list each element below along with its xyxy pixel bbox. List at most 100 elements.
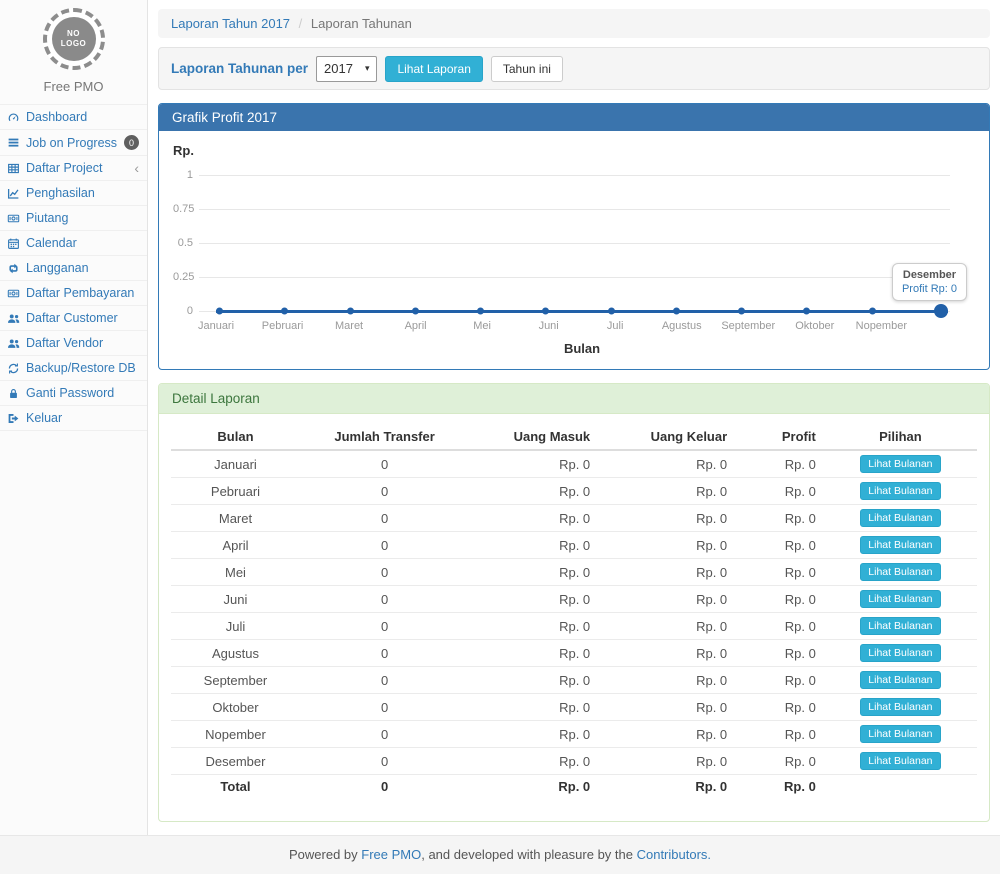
sidebar-item-daftar-vendor[interactable]: Daftar Vendor: [0, 331, 147, 356]
col-header-profit: Profit: [735, 424, 824, 450]
footer: Powered by Free PMO, and developed with …: [0, 835, 1000, 874]
cell-jumlah-transfer: 0: [300, 640, 469, 667]
cell-jumlah-transfer: 0: [300, 748, 469, 775]
calendar-icon: [7, 237, 21, 250]
x-tick-label: Mei: [473, 320, 491, 332]
cell-uang-masuk: Rp. 0: [469, 586, 598, 613]
sidebar-item-label: Ganti Password: [26, 386, 114, 400]
gridline-row: 0.75: [173, 203, 950, 215]
cell-uang-keluar: Rp. 0: [598, 505, 735, 532]
gridline-row: 0.5: [173, 237, 950, 249]
data-point-mei[interactable]: [477, 308, 484, 315]
cell-uang-masuk: Rp. 0: [469, 559, 598, 586]
sidebar-item-dashboard[interactable]: Dashboard: [0, 104, 147, 130]
cell-bulan: Januari: [171, 450, 300, 478]
cell-pilihan: Lihat Bulanan: [824, 640, 977, 667]
view-monthly-button[interactable]: Lihat Bulanan: [860, 644, 940, 662]
data-point-nopember[interactable]: [869, 308, 876, 315]
breadcrumb-current: Laporan Tahunan: [311, 16, 412, 31]
view-monthly-button[interactable]: Lihat Bulanan: [860, 617, 940, 635]
cell-bulan: Maret: [171, 505, 300, 532]
this-year-button[interactable]: Tahun ini: [491, 56, 563, 82]
sidebar-item-job-on-progress[interactable]: Job on Progress0: [0, 130, 147, 156]
cell-pilihan: Lihat Bulanan: [824, 478, 977, 505]
cell-uang-keluar: Rp. 0: [598, 775, 735, 799]
cell-pilihan: Lihat Bulanan: [824, 505, 977, 532]
footer-link-contributors[interactable]: Contributors.: [637, 847, 711, 862]
sidebar-item-calendar[interactable]: Calendar: [0, 231, 147, 256]
cell-uang-masuk: Rp. 0: [469, 775, 598, 799]
sidebar-item-daftar-customer[interactable]: Daftar Customer: [0, 306, 147, 331]
y-tick-label: 1: [173, 169, 199, 181]
sidebar-item-label: Calendar: [26, 236, 77, 250]
sidebar-item-label: Daftar Project: [26, 161, 102, 175]
report-table: Bulan Jumlah Transfer Uang Masuk Uang Ke…: [171, 424, 977, 799]
sidebar-item-daftar-project[interactable]: Daftar Project ‹: [0, 156, 147, 181]
data-point-april[interactable]: [412, 308, 419, 315]
view-monthly-button[interactable]: Lihat Bulanan: [860, 563, 940, 581]
users-icon: [7, 312, 21, 325]
cell-bulan: Desember: [171, 748, 300, 775]
filter-label: Laporan Tahunan per: [171, 61, 308, 76]
cell-uang-masuk: Rp. 0: [469, 748, 598, 775]
col-header-bulan: Bulan: [171, 424, 300, 450]
view-monthly-button[interactable]: Lihat Bulanan: [860, 590, 940, 608]
data-point-september[interactable]: [738, 308, 745, 315]
chart-plot-area: 00.250.50.751 JanuariPebruariMaretAprilM…: [173, 175, 975, 340]
sidebar-item-label: Dashboard: [26, 110, 87, 124]
report-filter-bar: Laporan Tahunan per 2017 ▾ Lihat Laporan…: [158, 47, 990, 90]
cell-jumlah-transfer: 0: [300, 721, 469, 748]
y-tick-label: 0: [173, 305, 199, 317]
cell-uang-keluar: Rp. 0: [598, 559, 735, 586]
x-tick-label: Oktober: [795, 320, 834, 332]
sidebar-item-penghasilan[interactable]: Penghasilan: [0, 181, 147, 206]
data-point-juli[interactable]: [608, 308, 615, 315]
sidebar-item-keluar[interactable]: Keluar: [0, 406, 147, 431]
footer-link-free-pmo[interactable]: Free PMO: [361, 847, 421, 862]
table-row: Mei0Rp. 0Rp. 0Rp. 0Lihat Bulanan: [171, 559, 977, 586]
view-monthly-button[interactable]: Lihat Bulanan: [860, 455, 940, 473]
data-point-oktober[interactable]: [803, 308, 810, 315]
view-monthly-button[interactable]: Lihat Bulanan: [860, 482, 940, 500]
no-logo-badge: NO LOGO: [43, 8, 105, 70]
retweet-icon: [7, 262, 21, 275]
sidebar-item-langganan[interactable]: Langganan: [0, 256, 147, 281]
year-select[interactable]: 2017 ▾: [316, 56, 377, 82]
cell-bulan: Mei: [171, 559, 300, 586]
sidebar-item-backup-restore-db[interactable]: Backup/Restore DB: [0, 356, 147, 381]
cell-uang-masuk: Rp. 0: [469, 450, 598, 478]
breadcrumb-link[interactable]: Laporan Tahun 2017: [171, 16, 290, 31]
cell-bulan: Juni: [171, 586, 300, 613]
data-point-maret[interactable]: [347, 308, 354, 315]
sidebar-item-label: Backup/Restore DB: [26, 361, 136, 375]
cell-pilihan: Lihat Bulanan: [824, 559, 977, 586]
sidebar-item-ganti-password[interactable]: Ganti Password: [0, 381, 147, 406]
sidebar-item-piutang[interactable]: Piutang: [0, 206, 147, 231]
cell-uang-keluar: Rp. 0: [598, 748, 735, 775]
users-icon: [7, 337, 21, 350]
view-report-button[interactable]: Lihat Laporan: [385, 56, 482, 82]
breadcrumb: Laporan Tahun 2017 / Laporan Tahunan: [158, 9, 990, 38]
view-monthly-button[interactable]: Lihat Bulanan: [860, 698, 940, 716]
dashboard-icon: [7, 111, 21, 124]
view-monthly-button[interactable]: Lihat Bulanan: [860, 671, 940, 689]
cell-profit: Rp. 0: [735, 450, 824, 478]
sidebar-item-daftar-pembayaran[interactable]: Daftar Pembayaran: [0, 281, 147, 306]
data-point-agustus[interactable]: [673, 308, 680, 315]
view-monthly-button[interactable]: Lihat Bulanan: [860, 536, 940, 554]
cell-profit: Rp. 0: [735, 775, 824, 799]
data-point-januari[interactable]: [216, 308, 223, 315]
view-monthly-button[interactable]: Lihat Bulanan: [860, 752, 940, 770]
x-tick-label: Juni: [539, 320, 559, 332]
view-monthly-button[interactable]: Lihat Bulanan: [860, 509, 940, 527]
data-point-pebruari[interactable]: [281, 308, 288, 315]
view-monthly-button[interactable]: Lihat Bulanan: [860, 725, 940, 743]
data-point-juni[interactable]: [542, 308, 549, 315]
data-point-desember[interactable]: [934, 304, 948, 318]
chevron-left-icon: ‹: [134, 163, 139, 173]
sidebar-item-label: Keluar: [26, 411, 62, 425]
x-tick-label: Pebruari: [262, 320, 304, 332]
table-total-row: Total0Rp. 0Rp. 0Rp. 0: [171, 775, 977, 799]
cell-jumlah-transfer: 0: [300, 559, 469, 586]
tasks-icon: [7, 136, 21, 149]
